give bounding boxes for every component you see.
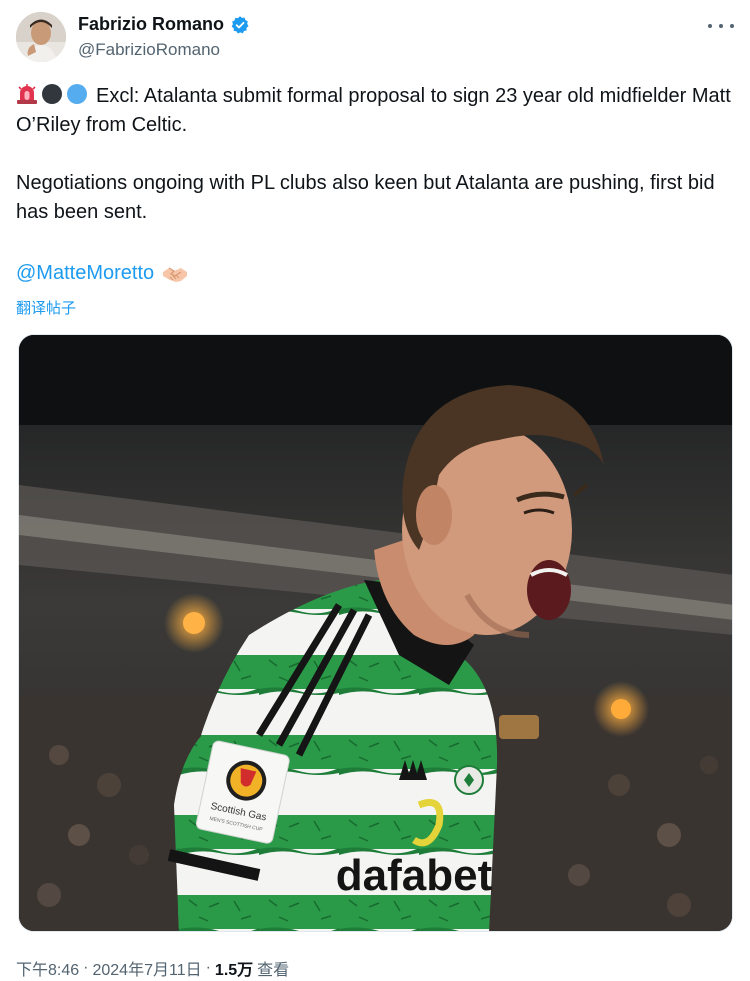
tweet-paragraph-1: Excl: Atalanta submit formal proposal to…	[16, 82, 734, 140]
author-avatar[interactable]	[16, 12, 66, 62]
player-celebration-photo: Scottish Gas MEN'S SCOTTISH CUP dafabet	[19, 335, 732, 931]
more-options-icon[interactable]	[708, 16, 734, 36]
tweet-text: Excl: Atalanta submit formal proposal to…	[16, 82, 734, 227]
tweet-meta: 下午8:46 · 2024年7月11日 · 1.5万 查看	[16, 956, 289, 980]
more-dot	[708, 24, 712, 28]
black-circle-emoji-icon	[42, 84, 62, 104]
mention-link[interactable]: @MatteMoretto	[16, 262, 154, 285]
author-display-name[interactable]: Fabrizio Romano	[78, 14, 224, 35]
translate-post-link[interactable]: 翻译帖子	[16, 297, 76, 318]
mention-row: @MatteMoretto	[16, 262, 188, 285]
views-count: 1.5万	[214, 962, 254, 979]
more-dot	[719, 24, 723, 28]
verified-badge-icon	[231, 15, 249, 33]
meta-separator: ·	[83, 959, 89, 976]
tweet-time[interactable]: 下午8:46	[16, 956, 79, 980]
tweet-header: Fabrizio Romano @FabrizioRomano	[16, 12, 734, 64]
handshake-emoji-icon	[163, 266, 188, 282]
author-handle[interactable]: @FabrizioRomano	[78, 40, 220, 60]
more-dot	[730, 24, 734, 28]
author-name-row: Fabrizio Romano	[78, 14, 250, 35]
tweet-paragraph-1-text: Excl: Atalanta submit formal proposal to…	[16, 85, 731, 136]
tweet-card: Fabrizio Romano @FabrizioRomano Excl: At…	[0, 0, 750, 981]
tweet-date[interactable]: 2024年7月11日	[92, 956, 201, 980]
tweet-paragraph-2: Negotiations ongoing with PL clubs also …	[16, 172, 715, 223]
shirt-sponsor-text: dafabet	[336, 851, 493, 900]
siren-emoji-icon	[17, 84, 37, 104]
tweet-media-photo[interactable]: Scottish Gas MEN'S SCOTTISH CUP dafabet	[18, 334, 733, 932]
emoji-group	[16, 83, 88, 105]
views-label: 查看	[257, 962, 290, 979]
meta-separator: ·	[205, 959, 211, 976]
blue-circle-emoji-icon	[67, 84, 87, 104]
